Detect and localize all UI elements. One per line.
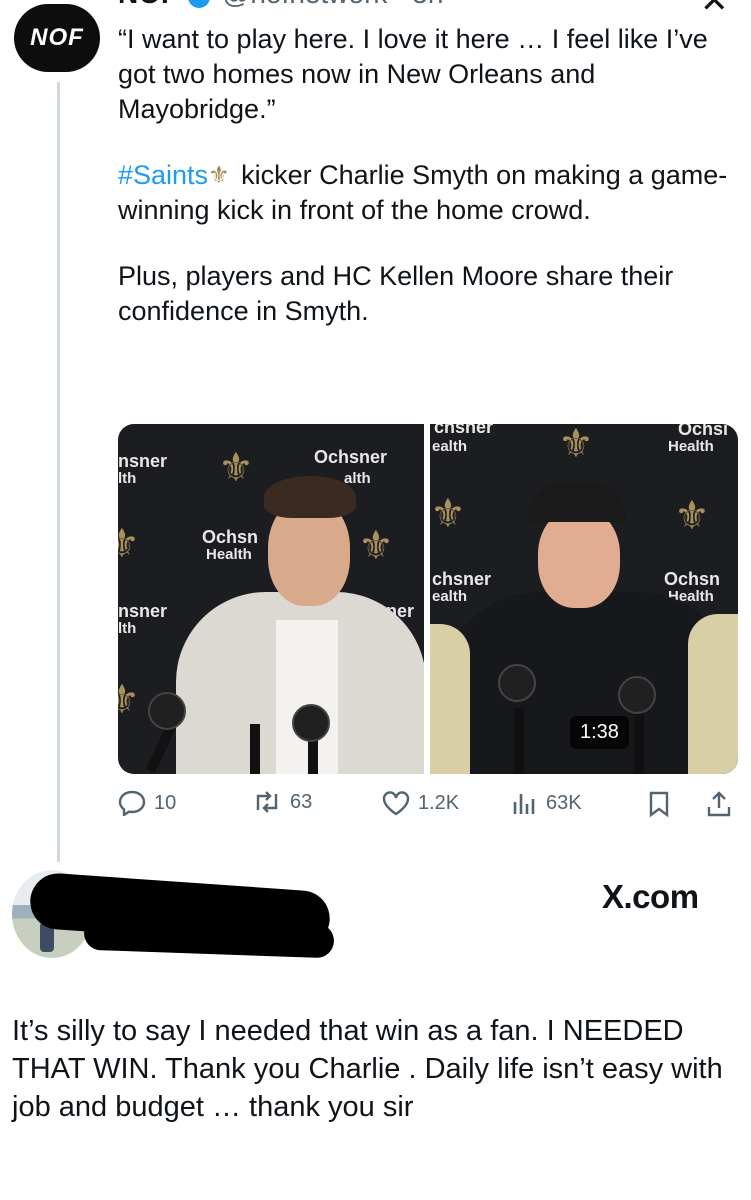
tweet-quote: “I want to play here. I love it here … I… bbox=[118, 24, 708, 124]
tweet-body: “I want to play here. I love it here … I… bbox=[118, 22, 738, 360]
backdrop-text: nsner bbox=[118, 451, 168, 471]
views-button[interactable]: 63K bbox=[512, 790, 582, 816]
photo-charlie-smyth[interactable]: nsner lth Ochsner alth Ochsn Health nsne… bbox=[118, 424, 424, 774]
author-avatar[interactable]: NOF bbox=[14, 4, 100, 72]
author-name[interactable]: NOF bbox=[118, 0, 179, 10]
cap bbox=[528, 482, 626, 522]
repost-count: 63 bbox=[290, 790, 313, 813]
backdrop-text: ealth bbox=[432, 438, 468, 455]
backdrop-text: Ochsi bbox=[678, 424, 729, 439]
reply-icon bbox=[118, 790, 146, 816]
backdrop-text: ealth bbox=[432, 588, 468, 605]
saints-logo-icon: ⚜ bbox=[118, 678, 140, 722]
microphone-icon bbox=[634, 704, 644, 774]
share-icon bbox=[707, 791, 731, 817]
backdrop-text: Health bbox=[668, 438, 714, 455]
reply-count: 10 bbox=[154, 791, 177, 814]
shirt bbox=[276, 620, 338, 774]
sleeve bbox=[430, 624, 470, 774]
microphone-icon bbox=[292, 704, 330, 742]
bookmark-button[interactable] bbox=[648, 790, 678, 818]
sleeve bbox=[688, 614, 738, 774]
tweet-action-bar: 10 63 1.2K 63K bbox=[118, 790, 738, 824]
microphone-icon bbox=[148, 692, 186, 730]
views-count: 63K bbox=[546, 791, 582, 814]
hair bbox=[264, 476, 356, 518]
microphone-icon bbox=[618, 676, 656, 714]
microphone-icon bbox=[498, 664, 536, 702]
like-count: 1.2K bbox=[418, 791, 460, 814]
author-handle[interactable]: @nofnetwork · 5h bbox=[222, 0, 443, 10]
face bbox=[538, 508, 620, 608]
share-button[interactable] bbox=[706, 790, 740, 818]
reply-text: It’s silly to say I needed that win as a… bbox=[12, 1015, 723, 1123]
hashtag-saints[interactable]: #Saints bbox=[118, 160, 208, 190]
bookmark-icon bbox=[649, 791, 669, 818]
x-close-icon[interactable]: ✕ bbox=[700, 0, 729, 18]
repost-button[interactable]: 63 bbox=[252, 790, 312, 814]
saints-logo-icon: ⚜ bbox=[118, 522, 140, 566]
backdrop-text: Ochsner bbox=[314, 447, 388, 467]
microphone-icon bbox=[514, 708, 524, 774]
saints-logo-icon: ⚜ bbox=[358, 524, 394, 568]
saints-logo-icon: ⚜ bbox=[674, 494, 710, 538]
views-bar-chart-icon bbox=[513, 794, 535, 814]
repost-icon bbox=[256, 791, 278, 813]
backdrop-text: Health bbox=[206, 546, 252, 563]
reply-button[interactable]: 10 bbox=[118, 790, 176, 816]
fleur-de-lis-emoji-icon: ⚜ bbox=[208, 162, 230, 189]
heart-icon bbox=[382, 791, 410, 816]
saints-logo-icon: ⚜ bbox=[218, 446, 254, 490]
video-duration-badge: 1:38 bbox=[570, 716, 629, 749]
backdrop-text: lth bbox=[118, 620, 137, 637]
tweet-line-2: #Saints⚜ kicker Charlie Smyth on making … bbox=[118, 158, 738, 228]
tweet-media[interactable]: nsner lth Ochsner alth Ochsn Health nsne… bbox=[118, 424, 738, 774]
backdrop-text: lth bbox=[118, 470, 137, 487]
thread-connector-line bbox=[57, 82, 60, 862]
saints-logo-icon: ⚜ bbox=[558, 424, 594, 466]
backdrop-text: cnsner bbox=[434, 424, 494, 437]
backdrop-text: chsner bbox=[432, 569, 492, 589]
avatar-logo-text: NOF bbox=[30, 24, 84, 51]
saints-logo-icon: ⚜ bbox=[430, 492, 466, 536]
backdrop-text: Ochsn bbox=[664, 569, 721, 589]
verified-badge-icon bbox=[188, 0, 210, 8]
tweet-line-3: Plus, players and HC Kellen Moore share … bbox=[118, 261, 674, 326]
microphone-icon bbox=[250, 724, 260, 774]
backdrop-text: nsner bbox=[118, 601, 168, 621]
like-button[interactable]: 1.2K bbox=[382, 790, 459, 816]
backdrop-text: Ochsn bbox=[202, 527, 259, 547]
x-com-watermark: X.com bbox=[602, 878, 699, 915]
